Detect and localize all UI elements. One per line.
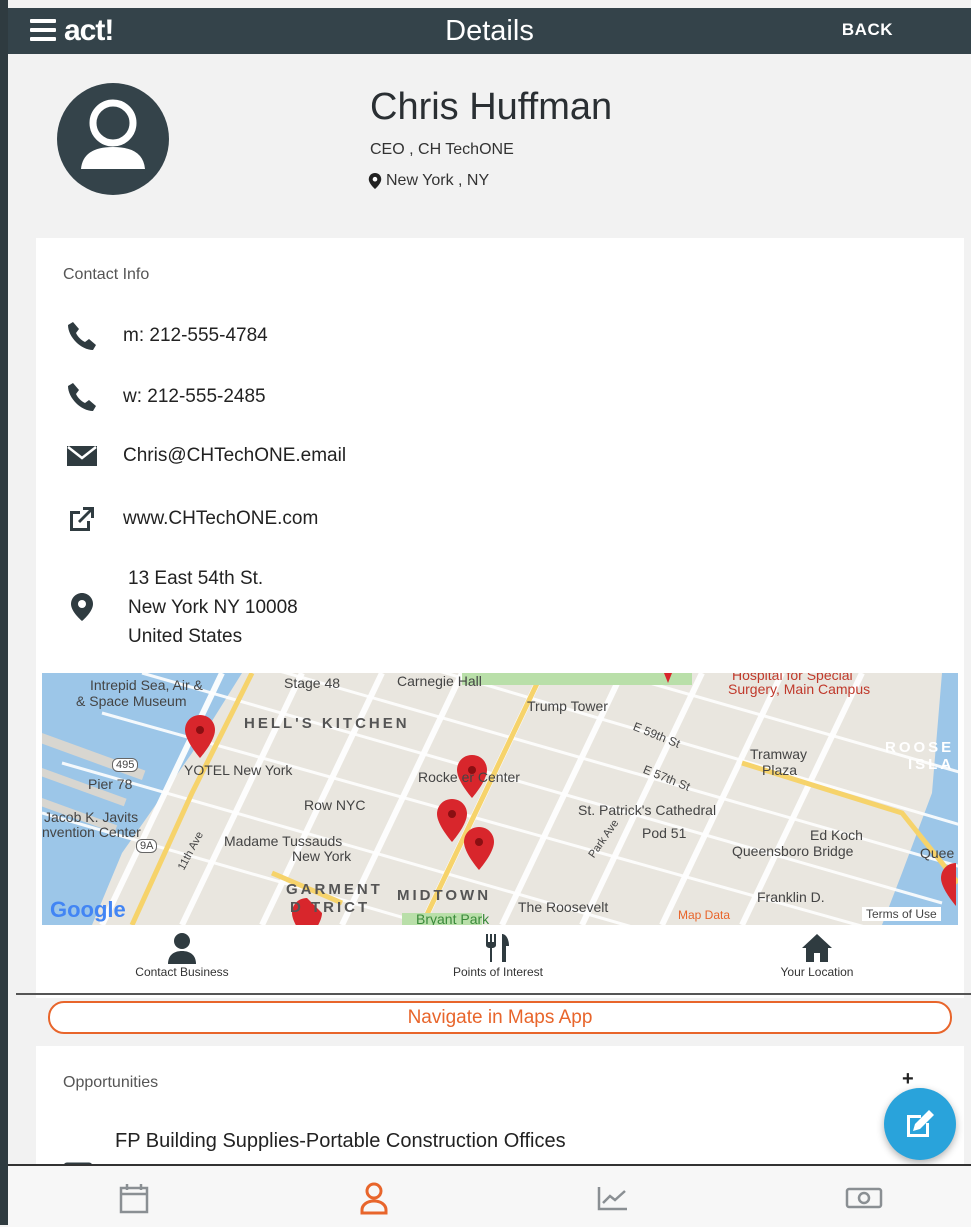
contact-info-card: Contact Info m: 212-555-4784 w: 212-555-… [36, 238, 964, 998]
map-label: MIDTOWN [397, 887, 492, 904]
map-label: Quee [920, 845, 955, 861]
tab-insights[interactable] [593, 1180, 633, 1216]
points-of-interest-label: Points of Interest [452, 965, 544, 979]
external-link-icon [70, 507, 94, 531]
points-of-interest-tab[interactable]: Points of Interest [398, 931, 598, 979]
email-row[interactable]: Chris@CHTechONE.email [63, 444, 346, 468]
work-phone-text: w: 212-555-2485 [123, 386, 266, 407]
trending-chart-icon [597, 1187, 627, 1211]
restaurant-icon [486, 934, 509, 962]
map-label: Trump Tower [527, 698, 608, 714]
website-text: www.CHTechONE.com [123, 508, 319, 529]
opportunities-card: Opportunities + FP Building Supplies-Por… [36, 1046, 964, 1164]
page-title: Details [445, 15, 534, 47]
map-label: ISLA [908, 756, 955, 773]
person-outline-icon [360, 1182, 388, 1215]
map-label: HELL'S KITCHEN [244, 715, 410, 732]
map-label: Surgery, Main Campus [728, 681, 871, 697]
address-block[interactable]: 13 East 54th St. New York NY 10008 Unite… [128, 564, 298, 651]
map-view[interactable]: Intrepid Sea, Air & & Space Museum Stage… [42, 673, 958, 925]
mobile-phone-text: m: 212-555-4784 [123, 325, 268, 346]
map-label: Tramway [750, 746, 808, 762]
contact-location: New York , NY [368, 172, 489, 190]
add-opportunity-button[interactable]: + [902, 1068, 914, 1091]
map-label: Plaza [762, 762, 798, 778]
contact-info-heading: Contact Info [63, 266, 150, 283]
map-label: Row NYC [304, 797, 366, 813]
contact-name: Chris Huffman [370, 86, 613, 128]
map-label: YOTEL New York [184, 762, 293, 778]
mobile-phone-row[interactable]: m: 212-555-4784 [63, 320, 268, 352]
top-app-bar: act! Details BACK [8, 8, 971, 54]
opportunity-item[interactable]: FP Building Supplies-Portable Constructi… [63, 1130, 566, 1164]
avatar-icon [57, 83, 169, 195]
terms-of-use-link[interactable]: Terms of Use [862, 907, 941, 921]
window-frame [0, 0, 8, 1225]
map-label: 9A [136, 839, 158, 853]
map-label: St. Patrick's Cathedral [578, 802, 717, 818]
tab-calendar[interactable] [114, 1180, 154, 1216]
contact-business-label: Contact Business [135, 965, 229, 979]
bottom-tab-bar [8, 1164, 971, 1227]
map-label: Stage 48 [284, 675, 341, 691]
google-logo: Google [50, 897, 126, 922]
map-data-link[interactable]: Map Data [678, 908, 730, 922]
map-label: Carnegie Hall [397, 673, 482, 689]
map-label: Jacob K. Javits [44, 809, 139, 825]
navigate-in-maps-button[interactable]: Navigate in Maps App [48, 1001, 952, 1034]
edit-icon [907, 1110, 934, 1137]
map-label: Intrepid Sea, Air & [90, 677, 203, 693]
map-label: Rocke er Center [418, 769, 520, 785]
map-marker-icon [71, 593, 93, 621]
map-background [42, 673, 958, 925]
phone-icon [68, 322, 96, 350]
address-pin [63, 593, 101, 621]
map-label: GARMENT [286, 881, 383, 898]
map-label: New York [292, 848, 352, 864]
tab-opportunities[interactable] [844, 1180, 884, 1216]
map-label: nvention Center [42, 824, 141, 840]
divider [16, 993, 971, 995]
your-location-tab[interactable]: Your Location [717, 931, 917, 979]
back-button[interactable]: BACK [842, 20, 893, 40]
map-pin-icon [368, 173, 382, 189]
edit-fab-button[interactable] [884, 1088, 956, 1160]
phone-icon [68, 383, 96, 411]
your-location-label: Your Location [780, 965, 854, 979]
tab-contacts[interactable] [354, 1180, 394, 1216]
map-label: & Space Museum [76, 693, 187, 709]
map-label: Pier 78 [88, 776, 133, 792]
money-icon [845, 1187, 883, 1209]
money-icon [64, 1162, 92, 1164]
work-phone-row[interactable]: w: 212-555-2485 [63, 381, 266, 413]
opportunities-heading: Opportunities [63, 1074, 159, 1091]
home-icon [802, 934, 832, 962]
map-label: Pod 51 [642, 825, 687, 841]
website-row[interactable]: www.CHTechONE.com [63, 504, 318, 534]
contact-role: CEO , CH TechONE [370, 141, 514, 158]
map-label: Ed Koch [810, 827, 863, 843]
map-label: 495 [112, 758, 139, 772]
map-label: Queensboro Bridge [732, 843, 854, 859]
address-line2: New York NY 10008 [128, 597, 298, 618]
map-label: The Roosevelt [518, 899, 609, 915]
map-label: D TRICT [290, 899, 371, 916]
map-label: Madame Tussauds [224, 833, 343, 849]
map-label: Bryant Park [416, 911, 490, 925]
envelope-icon [67, 446, 97, 466]
email-text: Chris@CHTechONE.email [123, 445, 347, 466]
contact-business-tab[interactable]: Contact Business [82, 931, 282, 979]
opportunity-title: FP Building Supplies-Portable Constructi… [115, 1130, 566, 1152]
address-line1: 13 East 54th St. [128, 568, 264, 589]
map-label: ROOSE [885, 739, 955, 756]
person-icon [168, 933, 196, 964]
address-line3: United States [128, 626, 243, 647]
map-label: Franklin D. [757, 889, 825, 905]
calendar-icon [119, 1184, 149, 1214]
location-text: New York , NY [386, 172, 490, 189]
